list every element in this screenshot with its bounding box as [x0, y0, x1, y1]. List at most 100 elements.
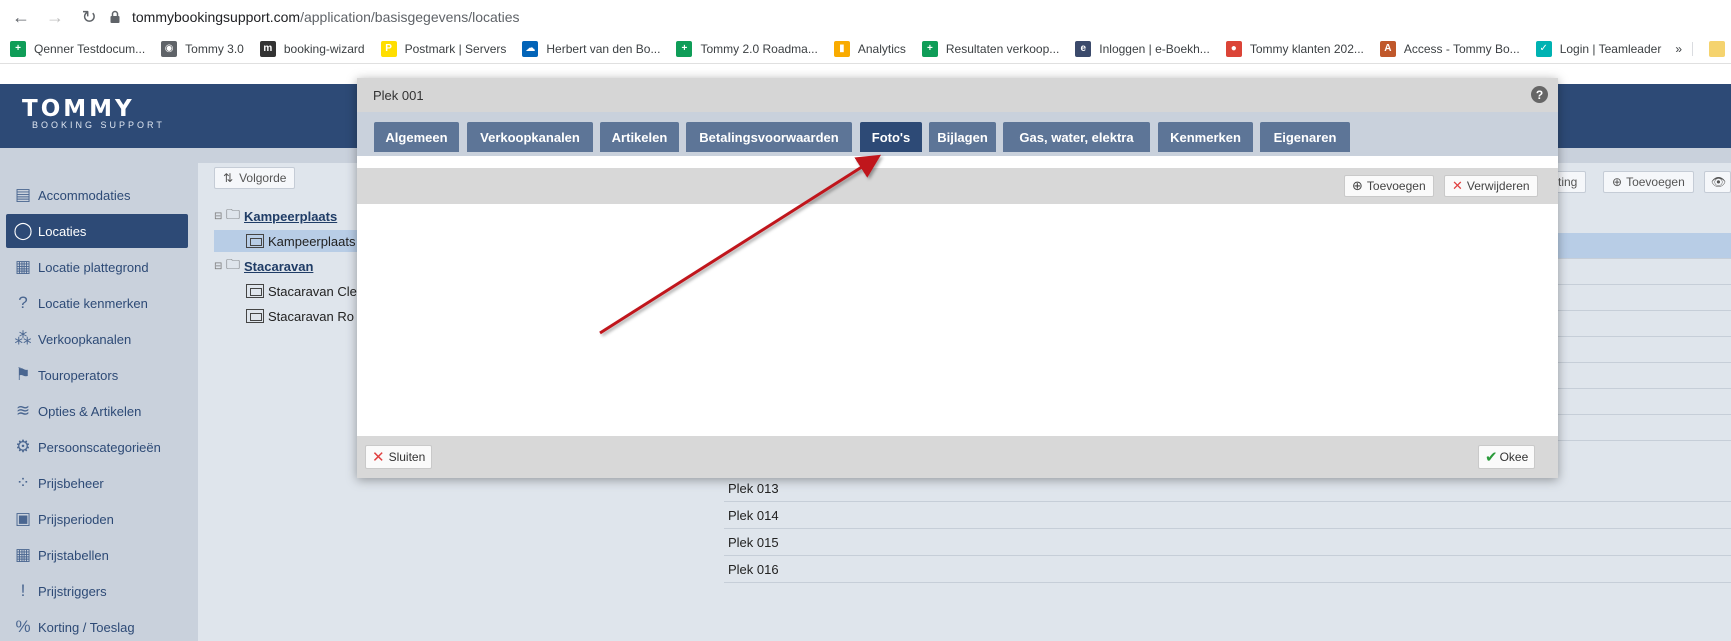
tab-artikelen[interactable]: Artikelen — [600, 122, 679, 152]
analytics-icon: ▮ — [833, 40, 850, 57]
bookmark-label: Tommy 3.0 — [185, 41, 244, 56]
bookmark-item[interactable]: + Qenner Testdocum... — [10, 40, 146, 57]
tree-folder[interactable]: ⊟ 🗀 Kampeerplaats — [214, 205, 337, 227]
layers-plus-icon: ≋ — [15, 401, 31, 420]
row-label: Plek 015 — [728, 535, 779, 550]
flag-icon: ⚑ — [15, 365, 31, 384]
accommodation-icon — [246, 309, 264, 323]
tree-folder-label: Kampeerplaats — [244, 208, 338, 224]
sidebar-item-locaties[interactable]: ◯ Locaties — [6, 214, 188, 248]
sidebar-item-label: Prijsbeheer — [38, 475, 104, 491]
tab-verkoopkanalen[interactable]: Verkoopkanalen — [467, 122, 593, 152]
ok-button[interactable]: ✔ Okee — [1478, 445, 1536, 469]
add-button[interactable]: ⊕ Toevoegen — [1603, 171, 1694, 193]
dialog-title-bar: Plek 001 ? — [357, 78, 1558, 112]
sidebar-item-verkoopkanalen[interactable]: ⁂ Verkoopkanalen — [6, 322, 188, 356]
help-icon[interactable]: ? — [1531, 86, 1548, 103]
bookmark-item[interactable]: e Inloggen | e-Boekh... — [1075, 40, 1210, 57]
tree-item[interactable]: Stacaravan Cle — [214, 280, 357, 302]
folder-icon: 🗀 — [226, 256, 240, 272]
sidebar-item-locatie-plattegrond[interactable]: ▦ Locatie plattegrond — [6, 250, 188, 284]
logo-sub-text: BOOKING SUPPORT — [32, 120, 165, 130]
tab-kenmerken[interactable]: Kenmerken — [1158, 122, 1253, 152]
close-button[interactable]: ✕ Sluiten — [365, 445, 433, 469]
view-button[interactable]: 👁 — [1704, 171, 1731, 193]
bookmark-item[interactable]: ✓ Login | Teamleader — [1535, 40, 1662, 57]
tab-betalingsvoorwaarden[interactable]: Betalingsvoorwaarden — [686, 122, 852, 152]
close-icon: ✕ — [372, 449, 385, 466]
tab-gas-water-elektra[interactable]: Gas, water, elektra — [1003, 122, 1150, 152]
bookmark-item[interactable]: ◉ Tommy 3.0 — [161, 40, 244, 57]
sidebar-item-touroperators[interactable]: ⚑ Touroperators — [6, 358, 188, 392]
tab-algemeen[interactable]: Algemeen — [374, 122, 459, 152]
tree-item-label: Kampeerplaats — [268, 233, 356, 249]
globe-icon: ◉ — [161, 40, 178, 57]
map-icon: ▦ — [14, 257, 32, 276]
bookmarks-overflow-button[interactable]: » — [1675, 41, 1694, 56]
close-label: Sluiten — [388, 450, 426, 464]
sidebar-item-prijstriggers[interactable]: ! Prijstriggers — [6, 574, 188, 608]
dialog-tabs: Algemeen Verkoopkanalen Artikelen Betalings… — [357, 112, 1558, 156]
checkmark-icon: ✔ — [1485, 449, 1498, 466]
table-row[interactable]: Plek 013 — [724, 476, 1731, 502]
sidebar-item-korting-toeslag[interactable]: % Korting / Toeslag — [6, 610, 188, 641]
bookmark-item[interactable]: A Access - Tommy Bo... — [1379, 40, 1520, 57]
logo-main-text: TOMMY — [22, 96, 135, 122]
bookmark-label: Login | Teamleader — [1559, 41, 1662, 56]
tree-folder[interactable]: ⊟ 🗀 Stacaravan — [214, 255, 313, 277]
m-logo-icon: m — [259, 40, 276, 57]
folder-icon: 🗀 — [226, 206, 240, 222]
sidebar-item-label: Korting / Toeslag — [38, 619, 135, 635]
address-bar[interactable]: tommybookingsupport.com/application/basi… — [108, 4, 1731, 30]
table-icon: ▦ — [14, 545, 32, 564]
sidebar-item-prijsbeheer[interactable]: ⁘ Prijsbeheer — [6, 466, 188, 500]
order-button[interactable]: ⇅ Volgorde — [214, 167, 296, 189]
folder-icon — [1709, 40, 1726, 57]
sidebar-item-accommodaties[interactable]: ▤ Accommodaties — [6, 178, 188, 212]
bookmark-label: Inloggen | e-Boekh... — [1099, 41, 1210, 56]
table-row[interactable]: Plek 016 — [724, 557, 1731, 583]
location-question-icon: ? — [18, 293, 28, 312]
lock-icon — [110, 10, 120, 23]
reload-icon[interactable]: ↻ — [76, 4, 102, 30]
back-arrow-icon[interactable]: ← — [8, 4, 34, 30]
bookmark-item[interactable]: ● Tommy klanten 202... — [1225, 40, 1364, 57]
sidebar-item-persoonscategorie-n[interactable]: ⚙ Persoonscategorieën — [6, 430, 188, 464]
bookmark-item[interactable]: ☁ Herbert van den Bo... — [522, 40, 661, 57]
bookmark-item[interactable]: m booking-wizard — [259, 40, 365, 57]
accommodation-icon — [246, 234, 264, 248]
remove-photo-button[interactable]: ✕ Verwijderen — [1444, 175, 1538, 197]
collapse-icon[interactable]: ⊟ — [214, 261, 226, 272]
table-row[interactable]: Plek 015 — [724, 530, 1731, 556]
collapse-icon[interactable]: ⊟ — [214, 211, 226, 222]
sheets-icon: + — [921, 40, 938, 57]
tommy-logo[interactable]: TOMMY BOOKING SUPPORT — [22, 96, 165, 131]
bookmark-label: Qenner Testdocum... — [34, 41, 146, 56]
sidebar-item-opties-artikelen[interactable]: ≋ Opties & Artikelen — [6, 394, 188, 428]
sidebar-item-prijsperioden[interactable]: ▣ Prijsperioden — [6, 502, 188, 536]
sidebar-item-locatie-kenmerken[interactable]: ? Locatie kenmerken — [6, 286, 188, 320]
bookmark-item[interactable]: + Resultaten verkoop... — [921, 40, 1059, 57]
calendar-edit-icon: ▣ — [14, 509, 32, 528]
table-row[interactable]: Plek 014 — [724, 503, 1731, 529]
bookmark-item[interactable]: P Postmark | Servers — [380, 40, 506, 57]
photos-toolbar: ⊕ Toevoegen ✕ Verwijderen — [357, 168, 1558, 204]
sidebar-item-label: Prijsperioden — [38, 511, 114, 527]
tab-foto-s[interactable]: Foto's — [860, 122, 922, 152]
bookmark-label: Herbert van den Bo... — [546, 41, 661, 56]
photos-panel — [357, 204, 1558, 436]
location-dialog: Plek 001 ? Algemeen Verkoopkanalen Artikel… — [357, 78, 1558, 478]
tree-item[interactable]: Stacaravan Ro — [214, 305, 354, 327]
bookmark-item[interactable]: + Tommy 2.0 Roadma... — [676, 40, 818, 57]
bookmark-item[interactable]: ▮ Analytics — [833, 40, 906, 57]
bookmark-item[interactable]: An — [1709, 40, 1731, 57]
tree-item[interactable]: Kampeerplaats — [214, 230, 357, 252]
tab-bijlagen[interactable]: Bijlagen — [929, 122, 996, 152]
url-path: /application/basisgegevens/locaties — [300, 9, 520, 25]
onedrive-icon: ☁ — [522, 40, 539, 57]
sidebar-item-prijstabellen[interactable]: ▦ Prijstabellen — [6, 538, 188, 572]
browser-toolbar: ← → ↻ tommybookingsupport.com/applicatio… — [0, 0, 1731, 34]
tab-eigenaren[interactable]: Eigenaren — [1260, 122, 1350, 152]
forward-arrow-icon[interactable]: → — [42, 4, 68, 30]
add-photo-button[interactable]: ⊕ Toevoegen — [1344, 175, 1434, 197]
